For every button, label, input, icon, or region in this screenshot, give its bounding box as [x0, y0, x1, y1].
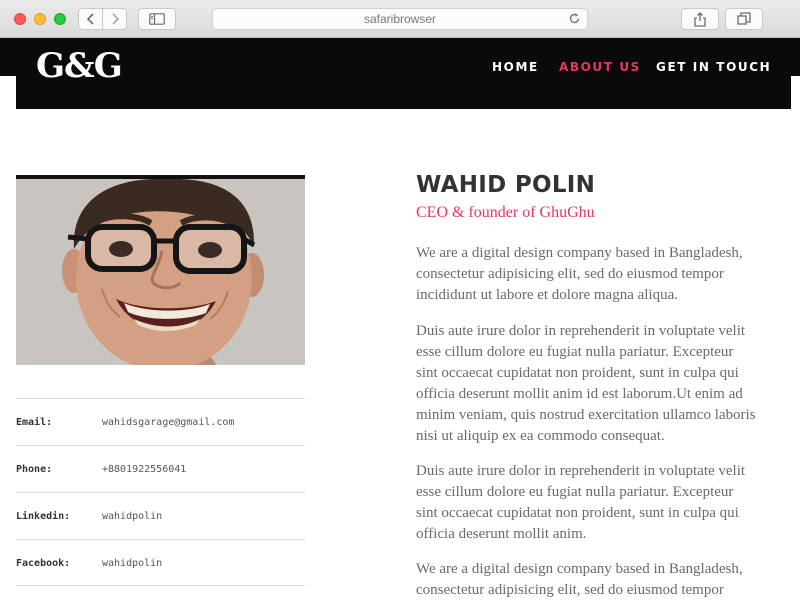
bio-paragraph: We are a digital design company based in…: [416, 559, 800, 600]
phone-value[interactable]: +8801922556041: [102, 464, 186, 475]
bio-line: We are a digital design company based in…: [416, 245, 743, 261]
profile-name: WAHID POLIN: [416, 172, 596, 198]
linkedin-value[interactable]: wahidpolin: [102, 511, 162, 522]
chevron-left-icon: [86, 13, 94, 25]
bio-line: nisi ut aliquip ex ea commodo consequat.: [416, 428, 665, 444]
sidebar-toggle-button[interactable]: [138, 8, 176, 30]
share-button[interactable]: [681, 8, 719, 30]
email-value[interactable]: wahidsgarage@gmail.com: [102, 417, 234, 428]
bio-paragraph: Duis aute irure dolor in reprehenderit i…: [416, 321, 800, 447]
bio-paragraph: Duis aute irure dolor in reprehenderit i…: [416, 461, 800, 545]
table-row: Facebook: wahidpolin: [16, 539, 305, 586]
web-page: G&G HOME ABOUT US GET IN TOUCH Email: wa…: [0, 38, 800, 600]
phone-label: Phone:: [16, 464, 53, 475]
minimize-window-button[interactable]: [34, 13, 46, 25]
table-row: Linkedin: wahidpolin: [16, 492, 305, 539]
email-label: Email:: [16, 417, 53, 428]
menu-contact-link[interactable]: GET IN TOUCH: [656, 60, 771, 74]
zoom-window-button[interactable]: [54, 13, 66, 25]
bio-line: sint occaecat cupidatat non proident, su…: [416, 505, 739, 521]
sidebar-icon: [149, 13, 165, 25]
portrait-image: [16, 179, 305, 365]
tabs-overview-button[interactable]: [725, 8, 763, 30]
bio-line: Duis aute irure dolor in reprehenderit i…: [416, 323, 746, 339]
bio-line: esse cillum dolore eu fugiat nulla paria…: [416, 344, 734, 360]
bio-line: esse cillum dolore eu fugiat nulla paria…: [416, 484, 734, 500]
bio-line: Duis aute irure dolor in reprehenderit i…: [416, 463, 746, 479]
site-logo[interactable]: G&G: [36, 46, 123, 86]
profile-photo: [16, 175, 305, 365]
close-window-button[interactable]: [14, 13, 26, 25]
bio-line: officia deserunt mollit anim id est labo…: [416, 386, 743, 402]
profile-role: CEO & founder of GhuGhu: [416, 204, 595, 221]
back-button[interactable]: [78, 8, 103, 30]
table-row: Email: wahidsgarage@gmail.com: [16, 398, 305, 445]
address-url: safaribrowser: [363, 12, 437, 26]
bio-line: We are a digital design company based in…: [416, 561, 743, 577]
table-row: Phone: +8801922556041: [16, 445, 305, 492]
bio-paragraph: We are a digital design company based in…: [416, 243, 800, 306]
menu-about-link[interactable]: ABOUT US: [559, 60, 641, 74]
tabs-icon: [737, 12, 751, 25]
share-icon: [694, 11, 706, 27]
browser-toolbar: safaribrowser: [0, 0, 800, 38]
menu-home-link[interactable]: HOME: [492, 60, 539, 74]
bio-line: sint occaecat cupidatat non proident, su…: [416, 365, 739, 381]
linkedin-label: Linkedin:: [16, 511, 71, 522]
facebook-label: Facebook:: [16, 558, 71, 569]
bio-line: consectetur adipisicing elit, sed do eiu…: [416, 582, 724, 598]
bio-line: officia deserunt mollit anim.: [416, 526, 587, 542]
bio-line: minim veniam, quis nostrud exercitation …: [416, 407, 756, 423]
reload-icon[interactable]: [568, 12, 581, 25]
facebook-value[interactable]: wahidpolin: [102, 558, 162, 569]
contact-table: Email: wahidsgarage@gmail.com Phone: +88…: [16, 398, 305, 586]
bio-line: incididunt ut labore et dolore magna ali…: [416, 287, 679, 303]
bio-line: consectetur adipisicing elit, sed do eiu…: [416, 266, 724, 282]
forward-button[interactable]: [102, 8, 127, 30]
address-bar[interactable]: safaribrowser: [212, 8, 588, 30]
chevron-right-icon: [111, 13, 119, 25]
